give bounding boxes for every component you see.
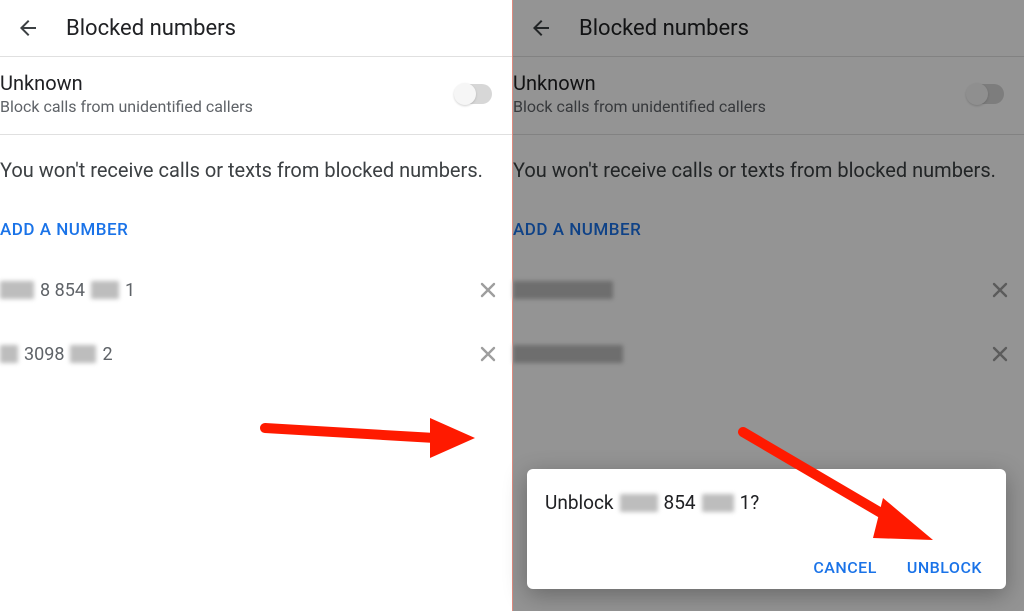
dialog-text-fragment: Unblock: [545, 491, 614, 514]
number-fragment: 2: [102, 344, 112, 365]
toggle-knob: [454, 83, 476, 105]
header: Blocked numbers: [0, 0, 512, 56]
redacted-icon: [0, 345, 18, 363]
redacted-icon: [620, 494, 658, 512]
redacted-icon: [91, 281, 119, 299]
blocked-number-row: 3098 2: [0, 322, 512, 386]
back-arrow-icon[interactable]: [8, 8, 48, 48]
block-unknown-row[interactable]: Unknown Block calls from unidentified ca…: [0, 57, 512, 134]
dialog-text-fragment: 854: [664, 491, 696, 514]
unblock-button[interactable]: UNBLOCK: [907, 558, 982, 577]
dialog-text-fragment: 1?: [740, 491, 760, 514]
unknown-subtitle: Block calls from unidentified callers: [0, 97, 456, 116]
add-number-button[interactable]: ADD A NUMBER: [0, 192, 512, 258]
unknown-toggle[interactable]: [456, 84, 492, 104]
dialog-message: Unblock 854 1?: [545, 491, 988, 514]
redacted-icon: [70, 345, 96, 363]
page-title: Blocked numbers: [66, 16, 236, 41]
remove-number-icon[interactable]: [474, 276, 502, 304]
redacted-icon: [0, 281, 34, 299]
unknown-title: Unknown: [0, 71, 456, 95]
number-fragment: 3098: [24, 344, 64, 365]
remove-number-icon[interactable]: [474, 340, 502, 368]
redacted-icon: [702, 494, 734, 512]
annotation-arrow-icon: [260, 398, 480, 458]
info-text: You won't receive calls or texts from bl…: [0, 135, 512, 192]
number-fragment: 1: [125, 280, 135, 301]
unblock-dialog: Unblock 854 1? CANCEL UNBLOCK: [527, 469, 1006, 589]
panel-left: Blocked numbers Unknown Block calls from…: [0, 0, 512, 611]
panel-right: Blocked numbers Unknown Block calls from…: [512, 0, 1024, 611]
cancel-button[interactable]: CANCEL: [813, 558, 877, 577]
number-fragment: 8 854: [40, 280, 85, 301]
blocked-number-row: 8 854 1: [0, 258, 512, 322]
